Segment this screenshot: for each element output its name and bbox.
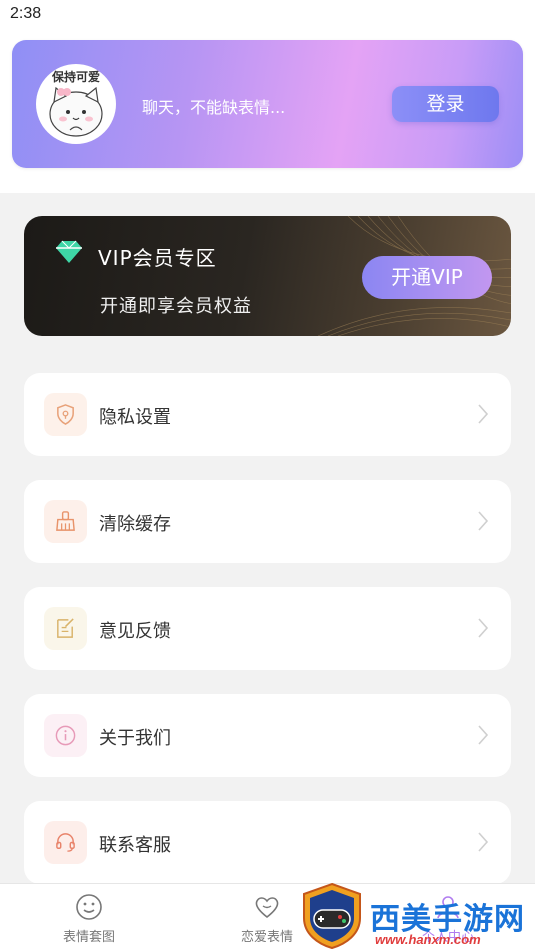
- avatar-caption: 保持可爱: [51, 70, 100, 84]
- profile-card[interactable]: 保持可爱 聊天，不能缺表情... 登录: [12, 40, 523, 168]
- menu-icon-box: [44, 607, 87, 650]
- menu-item-about-us[interactable]: 关于我们: [24, 694, 511, 777]
- vip-title: VIP会员专区: [98, 246, 217, 270]
- open-vip-button[interactable]: 开通VIP: [362, 256, 492, 299]
- tab-emoji-sets[interactable]: 表情套图: [29, 884, 149, 951]
- chevron-right-icon: [478, 832, 489, 852]
- login-button[interactable]: 登录: [392, 86, 499, 122]
- info-icon: [55, 725, 76, 746]
- menu-icon-box: [44, 393, 87, 436]
- site-watermark: 西美手游网 www.hanxm.com: [300, 880, 535, 951]
- menu-item-label: 意见反馈: [99, 621, 171, 642]
- vip-subtitle: 开通即享会员权益: [100, 296, 252, 317]
- gamepad-shield-logo-icon: [303, 882, 361, 950]
- avatar[interactable]: 保持可爱: [36, 64, 116, 144]
- menu-item-clear-cache[interactable]: 清除缓存: [24, 480, 511, 563]
- status-time: 2:38: [10, 5, 42, 22]
- chevron-right-icon: [478, 511, 489, 531]
- heart-icon: [255, 897, 279, 919]
- greeting-text: 聊天，不能缺表情...: [142, 98, 286, 117]
- menu-icon-box: [44, 714, 87, 757]
- menu-item-privacy-settings[interactable]: 隐私设置: [24, 373, 511, 456]
- menu-item-customer-service[interactable]: 联系客服: [24, 801, 511, 884]
- menu-item-feedback[interactable]: 意见反馈: [24, 587, 511, 670]
- headset-icon: [56, 833, 75, 852]
- vip-card[interactable]: VIP会员专区 开通即享会员权益 开通VIP: [24, 216, 511, 336]
- menu-item-label: 关于我们: [99, 728, 171, 749]
- diamond-icon: [56, 240, 82, 263]
- chevron-right-icon: [478, 618, 489, 638]
- shield-lock-icon: [57, 404, 74, 425]
- menu-item-label: 清除缓存: [99, 514, 171, 535]
- menu-item-label: 联系客服: [99, 835, 171, 856]
- smile-icon: [76, 894, 102, 920]
- edit-note-icon: [57, 618, 74, 638]
- menu-item-label: 隐私设置: [99, 407, 171, 428]
- menu-icon-box: [44, 821, 87, 864]
- chevron-right-icon: [478, 404, 489, 424]
- broom-icon: [56, 511, 75, 531]
- watermark-url: www.hanxm.com: [375, 932, 481, 947]
- tab-label: 表情套图: [62, 930, 115, 945]
- menu-icon-box: [44, 500, 87, 543]
- chevron-right-icon: [478, 725, 489, 745]
